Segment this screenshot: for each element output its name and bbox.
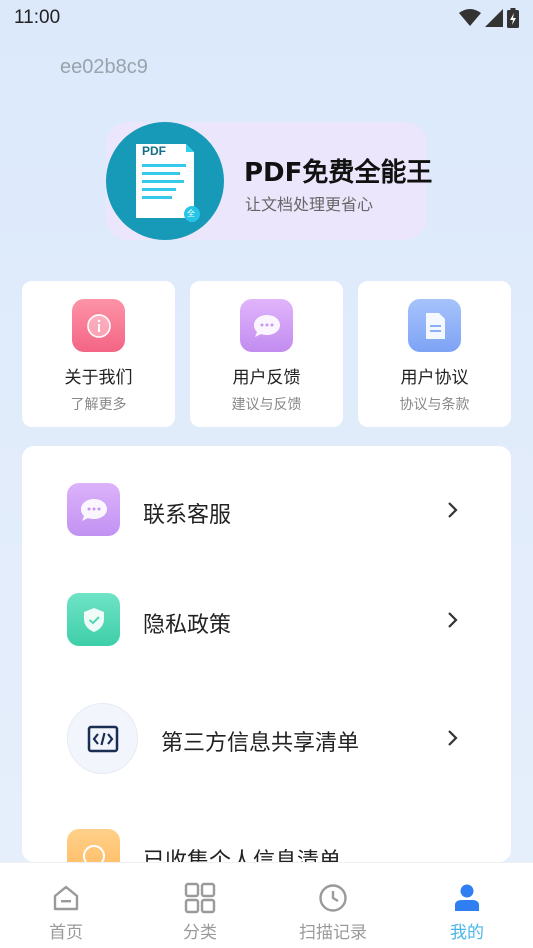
menu-item-privacy-policy[interactable]: 隐私政策 xyxy=(22,580,511,660)
code-icon xyxy=(67,703,138,774)
status-time: 11:00 xyxy=(14,7,61,28)
tab-home[interactable]: 首页 xyxy=(11,863,121,948)
menu-item-label: 隐私政策 xyxy=(143,613,232,638)
signal-icon xyxy=(485,9,503,27)
user-agreement-card[interactable]: 用户协议 协议与条款 xyxy=(358,281,511,427)
tab-scan-history[interactable]: 扫描记录 xyxy=(278,863,388,948)
chat-bubble-icon xyxy=(240,299,293,352)
user-id: ee02b8c9 xyxy=(60,56,148,78)
user-icon xyxy=(451,882,483,914)
tab-label: 首页 xyxy=(49,923,83,943)
feedback-subtitle: 建议与反馈 xyxy=(231,397,302,413)
chevron-right-icon xyxy=(448,730,458,746)
info-icon xyxy=(72,299,125,352)
menu-list: 联系客服 隐私政策 第三方信息共享清单 已收集个人信息清单 xyxy=(22,446,511,862)
wifi-icon xyxy=(459,9,481,26)
about-us-title: 关于我们 xyxy=(64,368,133,388)
tab-categories[interactable]: 分类 xyxy=(145,863,255,948)
home-icon xyxy=(50,882,82,914)
app-logo-text: PDF xyxy=(142,144,166,158)
clock-icon xyxy=(317,882,349,914)
about-us-subtitle: 了解更多 xyxy=(70,397,127,413)
list-icon xyxy=(67,829,120,862)
app-logo: PDF 全 xyxy=(106,122,224,240)
chevron-right-icon xyxy=(448,612,458,628)
user-agreement-title: 用户协议 xyxy=(400,368,469,388)
menu-item-label: 第三方信息共享清单 xyxy=(161,731,360,756)
grid-icon xyxy=(184,882,216,914)
chat-bubble-icon xyxy=(67,483,120,536)
menu-item-label: 联系客服 xyxy=(143,503,232,528)
app-slogan: 让文档处理更省心 xyxy=(245,195,374,214)
menu-item-third-party-sharing[interactable]: 第三方信息共享清单 xyxy=(22,698,511,778)
menu-item-label: 已收集个人信息清单 xyxy=(143,849,342,862)
shield-check-icon xyxy=(67,593,120,646)
status-icons xyxy=(459,8,519,28)
tab-bar: 首页 分类 扫描记录 我的 xyxy=(0,862,533,948)
menu-item-collected-info[interactable]: 已收集个人信息清单 xyxy=(22,816,511,862)
app-logo-badge: 全 xyxy=(187,209,195,218)
app-name: PDF免费全能王 xyxy=(244,158,433,188)
chevron-right-icon xyxy=(448,502,458,518)
pdf-document-icon xyxy=(136,144,200,222)
status-bar: 11:00 xyxy=(0,0,533,36)
tab-label: 我的 xyxy=(450,923,484,943)
menu-item-contact-service[interactable]: 联系客服 xyxy=(22,470,511,550)
user-agreement-subtitle: 协议与条款 xyxy=(399,397,470,413)
tab-label: 分类 xyxy=(183,923,217,943)
battery-icon xyxy=(507,8,519,28)
tab-label: 扫描记录 xyxy=(299,923,367,943)
document-icon xyxy=(408,299,461,352)
about-us-card[interactable]: 关于我们 了解更多 xyxy=(22,281,175,427)
feedback-card[interactable]: 用户反馈 建议与反馈 xyxy=(190,281,343,427)
tab-mine[interactable]: 我的 xyxy=(412,863,522,948)
feedback-title: 用户反馈 xyxy=(232,368,301,388)
